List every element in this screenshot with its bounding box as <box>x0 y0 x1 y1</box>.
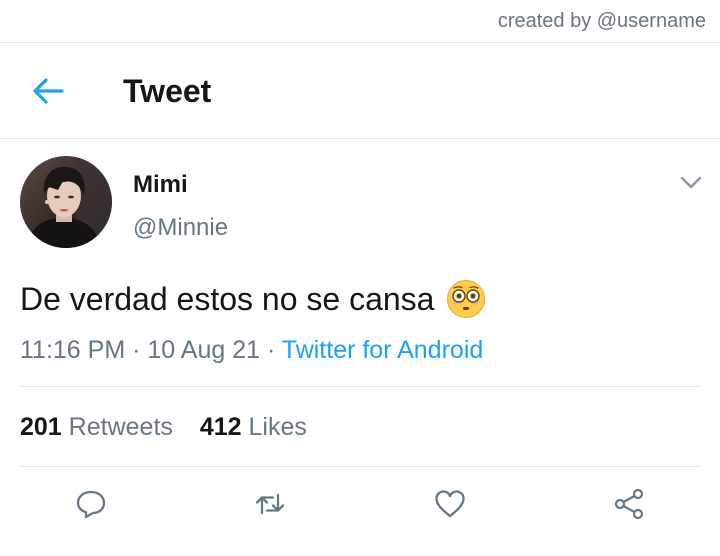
author-display-name[interactable]: Mimi <box>133 171 188 199</box>
divider <box>20 386 700 387</box>
likes-stat[interactable]: 412 Likes <box>200 413 307 441</box>
reply-button[interactable] <box>74 487 108 521</box>
back-button[interactable] <box>28 75 68 107</box>
reply-icon <box>76 490 106 519</box>
retweets-label: Retweets <box>68 413 173 441</box>
likes-label: Likes <box>248 413 307 441</box>
likes-count: 412 <box>199 413 242 441</box>
retweet-icon <box>255 493 285 515</box>
watermark: created by @username <box>497 10 706 32</box>
tweet-time: 11:16 PM <box>20 336 126 364</box>
tweet-meta: 11:16 PM · 10 Aug 21 · Twitter for Andro… <box>20 336 483 365</box>
avatar[interactable] <box>20 156 112 248</box>
tweet-body: De verdad estos no se cansa <box>20 280 435 317</box>
meta-separator: · <box>132 336 141 364</box>
tweet-date: 10 Aug 21 <box>147 336 261 364</box>
meta-separator: · <box>266 336 276 364</box>
flushed-face-emoji-icon <box>447 280 486 318</box>
tweet-menu-button[interactable] <box>677 170 705 194</box>
header-bar: Tweet <box>0 43 720 138</box>
tweet-stats: 201 Retweets 412 Likes <box>20 413 307 442</box>
retweet-button[interactable] <box>253 487 287 521</box>
heart-icon <box>435 490 465 518</box>
share-button[interactable] <box>612 487 646 521</box>
share-icon <box>614 488 644 520</box>
tweet-text: De verdad estos no se cansa <box>20 279 486 319</box>
divider <box>20 466 700 467</box>
divider <box>0 138 720 139</box>
author-handle[interactable]: @Minnie <box>133 214 228 242</box>
chevron-down-icon <box>680 176 702 189</box>
like-button[interactable] <box>433 487 467 521</box>
tweet-source-link[interactable]: Twitter for Android <box>282 336 483 364</box>
retweets-count: 201 <box>20 413 62 441</box>
arrow-left-icon <box>33 78 64 104</box>
page-title: Tweet <box>123 73 212 109</box>
retweets-stat[interactable]: 201 Retweets <box>20 413 180 441</box>
